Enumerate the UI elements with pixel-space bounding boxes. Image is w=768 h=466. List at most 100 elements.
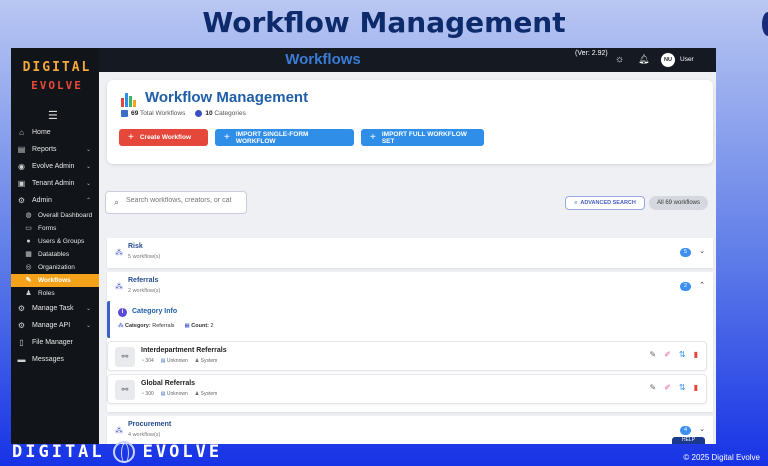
sidebar-item-label: Messages — [32, 356, 64, 363]
sidebar-item-roles[interactable]: ♟ Roles — [11, 287, 99, 300]
sidebar-item-label: Datatables — [38, 251, 70, 258]
sidebar-item-messages[interactable]: ▬ Messages — [11, 351, 99, 368]
sidebar-item-workflows[interactable]: ✎ Workflows — [11, 274, 99, 287]
gear-icon: ⚙ — [17, 196, 26, 205]
chevron-down-icon: ⌄ — [85, 164, 91, 170]
task-icon: ⚙ — [17, 304, 26, 313]
date-meta: ▤ Unknown — [161, 391, 188, 397]
sidebar-item-reports[interactable]: ▤ Reports ⌄ — [11, 141, 99, 158]
forms-icon: ▭ — [25, 225, 32, 232]
person-icon: ♟ — [194, 391, 200, 397]
workflow-name: Interdepartment Referrals — [141, 347, 227, 354]
footer-logo-text-1: DIGITAL — [12, 442, 105, 462]
count-meta: ▦ Count: 2 — [185, 323, 214, 329]
user-name[interactable]: User — [680, 56, 694, 63]
bell-icon[interactable]: 🔔︎ — [638, 54, 649, 65]
sidebar-item-label: File Manager — [32, 339, 73, 346]
header-card: Workflow Management 69 Total Workflows 1… — [107, 80, 713, 164]
count-meta-label: Count: — [191, 323, 209, 329]
sidebar-item-tenant-admin[interactable]: ▣ Tenant Admin ⌄ — [11, 175, 99, 192]
chevron-down-icon: ⌄ — [85, 181, 91, 187]
sidebar: DIGITAL EVOLVE ☰ ⌂ Home ▤ Reports ⌄ ◉ Evolve… — [11, 48, 99, 444]
search-icon: ⌕ — [114, 197, 120, 207]
plus-icon: + — [224, 132, 230, 143]
delete-icon[interactable]: ▮ — [694, 350, 698, 359]
category-meta: ⁂ Category: Referrals — [118, 323, 175, 329]
sidebar-item-users-groups[interactable]: ● Users & Groups — [11, 235, 99, 248]
categories-icon — [195, 110, 203, 117]
workflow-date: Unknown — [166, 391, 188, 397]
sidebar-item-organization[interactable]: ◎ Organization — [11, 261, 99, 274]
sidebar-item-label: Organization — [38, 264, 75, 271]
workflow-row[interactable]: ⚯ Global Referrals ◔ 300 ▤ Unknown ♟ Sys… — [107, 374, 707, 404]
category-badge: 4 — [680, 426, 691, 435]
chevron-down-icon[interactable]: ⌄ — [699, 425, 705, 433]
globe-icon — [112, 441, 135, 463]
plus-icon: + — [370, 132, 376, 143]
edit-icon[interactable]: ✎ — [649, 350, 656, 359]
search-box: ⌕ — [105, 191, 247, 214]
sidebar-item-home[interactable]: ⌂ Home — [11, 124, 99, 141]
workflow-views: 300 — [145, 391, 154, 397]
advanced-search-button[interactable]: ≡ ADVANCED SEARCH — [565, 196, 645, 210]
help-button[interactable]: HELP — [672, 437, 705, 444]
category-info-panel: i Category Info ⁂ Category: Referrals ▦ … — [107, 301, 707, 338]
edit-flow-icon[interactable]: ✐ — [664, 383, 671, 392]
category-icon: ⁂ — [118, 323, 124, 329]
sort-icon[interactable]: ⇅ — [679, 350, 686, 359]
import-full-set-button[interactable]: + IMPORT FULL WORKFLOW SET — [361, 129, 484, 146]
sort-icon[interactable]: ⇅ — [679, 383, 686, 392]
app-logo[interactable]: DIGITAL EVOLVE — [21, 60, 93, 92]
sidebar-item-manage-api[interactable]: ⚙ Manage API ⌄ — [11, 317, 99, 334]
create-workflow-label: Create Workflow — [139, 134, 192, 141]
menu-toggle-icon[interactable]: ☰ — [48, 109, 58, 122]
workflow-views: 304 — [145, 358, 154, 364]
sidebar-item-evolve-admin[interactable]: ◉ Evolve Admin ⌄ — [11, 158, 99, 175]
chevron-down-icon[interactable]: ⌄ — [699, 247, 705, 255]
sidebar-item-manage-task[interactable]: ⚙ Manage Task ⌄ — [11, 300, 99, 317]
category-count: 5 workflow(s) — [128, 254, 161, 260]
sidebar-item-forms[interactable]: ▭ Forms — [11, 222, 99, 235]
logo-line-2: EVOLVE — [31, 79, 83, 92]
sidebar-item-datatables[interactable]: ▦ Datatables — [11, 248, 99, 261]
category-name: Procurement — [128, 421, 172, 428]
avatar[interactable]: NU — [661, 53, 675, 67]
category-badge: 5 — [680, 248, 691, 257]
clock-icon: ◔ — [141, 391, 145, 397]
category-procurement[interactable]: ⁂ Procurement 4 workflow(s) 4 ⌄ — [107, 416, 713, 444]
grid-icon: ▦ — [184, 323, 190, 329]
workflow-node-icon: ⚯ — [115, 347, 135, 367]
table-icon: ▦ — [25, 251, 32, 258]
sidebar-item-file-manager[interactable]: ▯ File Manager — [11, 334, 99, 351]
chevron-up-icon[interactable]: ⌃ — [699, 281, 705, 289]
categories-stat: 10 Categories — [195, 110, 246, 117]
sidebar-item-admin[interactable]: ⚙ Admin ⌃ — [11, 192, 99, 209]
sidebar-item-overall-dashboard[interactable]: ◍ Overall Dashboard — [11, 209, 99, 222]
total-workflows-stat: 69 Total Workflows — [121, 110, 185, 117]
workflow-meta: ◔ 300 ▤ Unknown ♟ System — [141, 391, 217, 397]
category-risk[interactable]: ⁂ Risk 5 workflow(s) 5 ⌄ — [107, 238, 713, 268]
category-info-meta: ⁂ Category: Referrals ▦ Count: 2 — [118, 323, 214, 329]
sidebar-item-label: Overall Dashboard — [38, 212, 93, 219]
import-single-form-button[interactable]: + IMPORT SINGLE-FORM WORKFLOW — [215, 129, 354, 146]
edit-icon[interactable]: ✎ — [649, 383, 656, 392]
creator-meta: ♟ System — [195, 358, 218, 364]
filter-icon: ≡ — [574, 200, 578, 206]
category-name: Referrals — [128, 277, 159, 284]
delete-icon[interactable]: ▮ — [694, 383, 698, 392]
search-input[interactable] — [126, 197, 244, 204]
category-count: 2 workflow(s) — [128, 288, 161, 294]
category-meta-label: Category: — [125, 323, 151, 329]
info-icon: i — [118, 308, 127, 317]
sidebar-item-label: Tenant Admin — [32, 180, 75, 187]
theme-toggle-icon[interactable]: ☼ — [615, 54, 624, 65]
import-single-label: IMPORT SINGLE-FORM WORKFLOW — [235, 130, 309, 145]
workflow-count-icon — [121, 110, 128, 117]
workflow-row[interactable]: ⚯ Interdepartment Referrals ◔ 304 ▤ Unkn… — [107, 341, 707, 371]
category-info-title: Category Info — [132, 308, 178, 315]
edit-flow-icon[interactable]: ✐ — [664, 350, 671, 359]
create-workflow-button[interactable]: + Create Workflow — [119, 129, 208, 146]
category-icon: ⁂ — [115, 426, 123, 435]
workflow-actions: ✎ ✐ ⇅ ▮ — [649, 383, 698, 392]
tenant-icon: ▣ — [17, 179, 26, 188]
